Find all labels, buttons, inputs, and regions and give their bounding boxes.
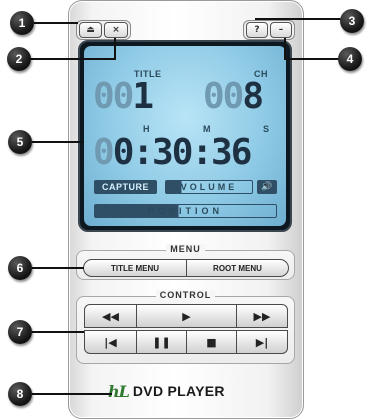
stop-button[interactable]: ■ [186,330,237,354]
root-menu-label: ROOT MENU [213,263,262,273]
help-icon: ? [254,25,260,35]
rewind-icon: ◀◀ [102,309,119,323]
minimize-icon: – [278,25,284,35]
callout-3: 3 [340,9,364,33]
elapsed-time-dim-digit: 0 [93,132,115,173]
chapter-number-dim-digits: 00 [203,76,244,117]
title-menu-label: TITLE MENU [111,263,159,273]
elapsed-time-value: 0:30:36 [112,132,253,173]
menu-group-label: MENU [166,244,205,254]
previous-icon: |◀ [104,335,117,349]
position-slider[interactable]: POSITION [94,204,277,218]
seconds-label: S [263,124,270,134]
pause-icon: ❚❚ [152,335,171,349]
title-number-value: 1 [132,76,154,117]
stop-icon: ■ [206,335,217,349]
next-icon: ▶| [255,335,269,349]
minimize-button[interactable]: – [270,22,292,38]
mute-button[interactable]: 🔊 [257,180,277,194]
brand-footer: hL DVD PLAYER [108,380,225,402]
title-number: 001 [93,76,154,117]
callout-7: 7 [8,320,32,344]
rewind-button[interactable]: ◀◀ [84,304,137,328]
lcd-display: TITLE CH 001 008 H M S 00:30:36 CAPTURE … [84,46,286,226]
elapsed-time: 00:30:36 [93,132,253,173]
chapter-number-value: 8 [242,76,264,117]
volume-label: VOLUME [180,182,238,192]
chapter-number: 008 [203,76,264,117]
callout-6-leader [32,267,84,269]
pause-button[interactable]: ❚❚ [136,330,187,354]
speaker-icon: 🔊 [261,182,273,192]
callout-5-leader [32,141,84,143]
callout-2-leader [30,58,114,60]
callout-3-leader [255,18,343,20]
control-group-label: CONTROL [155,290,216,300]
play-button[interactable]: ▶ [136,304,237,328]
close-icon: × [112,25,120,35]
position-label: POSITION [147,206,223,216]
callout-1: 1 [10,11,34,35]
callout-6: 6 [8,256,32,280]
callout-4-leader [285,58,343,60]
root-menu-button[interactable]: ROOT MENU [186,259,289,277]
fast-forward-icon: ▶▶ [253,309,271,323]
callout-2: 2 [7,47,31,71]
previous-chapter-button[interactable]: |◀ [84,330,137,354]
callout-1-leader [34,22,78,24]
title-menu-button[interactable]: TITLE MENU [83,259,187,277]
capture-button[interactable]: CAPTURE [94,180,157,194]
help-button[interactable]: ? [246,22,268,38]
title-number-dim-digits: 00 [93,76,134,117]
close-button[interactable]: × [104,22,128,38]
callout-5: 5 [8,130,32,154]
play-icon: ▶ [182,309,191,323]
callout-8: 8 [8,382,32,406]
next-chapter-button[interactable]: ▶| [236,330,288,354]
callout-8-leader [32,393,112,395]
callout-4-leader-vertical [284,38,286,60]
callout-2-leader-vertical [114,38,116,60]
eject-icon: ⏏ [86,25,95,35]
eject-button[interactable]: ⏏ [79,22,102,38]
callout-7-leader [32,331,84,333]
fast-forward-button[interactable]: ▶▶ [236,304,288,328]
volume-slider[interactable]: VOLUME [165,180,253,194]
callout-4: 4 [338,47,362,71]
brand-name: DVD PLAYER [132,383,225,399]
hl-logo-icon: hL [108,381,130,401]
